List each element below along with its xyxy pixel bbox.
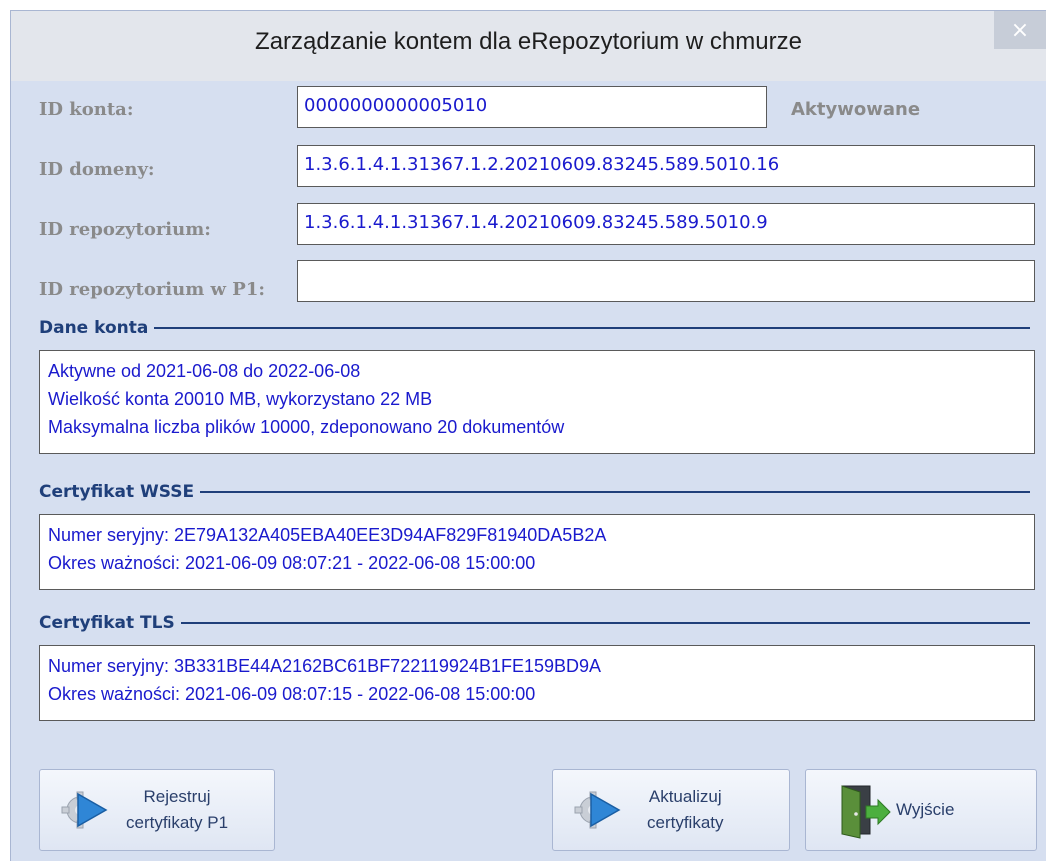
tls-certificate-box: Numer seryjny: 3B331BE44A2162BC61BF72211… (39, 645, 1035, 721)
update-certificates-button[interactable]: Aktualizuj certyfikaty (552, 769, 790, 851)
wsse-certificate-section-header: Certyfikat WSSE (39, 481, 1030, 503)
repository-id-p1-label: ID repozytorium w P1: (39, 279, 266, 300)
account-file-limit: Maksymalna liczba plików 10000, zdeponow… (48, 417, 565, 437)
repository-id-label: ID repozytorium: (39, 219, 211, 240)
wsse-certificate-box: Numer seryjny: 2E79A132A405EBA40EE3D94AF… (39, 514, 1035, 590)
account-id-field[interactable]: 0000000000005010 (297, 86, 767, 128)
tls-validity-period: Okres ważności: 2021-06-09 08:07:15 - 20… (48, 684, 536, 704)
section-divider (180, 622, 1030, 624)
gear-play-icon (56, 780, 116, 840)
update-button-line1: Aktualizuj (648, 787, 722, 806)
domain-id-label: ID domeny: (39, 159, 155, 180)
tls-serial-number: Numer seryjny: 3B331BE44A2162BC61BF72211… (48, 656, 602, 676)
wsse-validity-period: Okres ważności: 2021-06-09 08:07:21 - 20… (48, 553, 536, 573)
section-divider (154, 327, 1030, 329)
exit-button-label: Wyjście (896, 800, 955, 819)
section-divider (200, 491, 1030, 493)
update-button-line2: certyfikaty (647, 813, 724, 832)
register-button-line1: Rejestruj (143, 787, 211, 806)
register-p1-certificates-button[interactable]: Rejestruj certyfikaty P1 (39, 769, 275, 851)
door-exit-icon (832, 780, 892, 840)
domain-id-field[interactable]: 1.3.6.1.4.1.31367.1.2.20210609.83245.589… (297, 145, 1035, 187)
tls-certificate-section-title: Certyfikat TLS (39, 613, 175, 633)
account-data-box: Aktywne od 2021-06-08 do 2022-06-08 Wiel… (39, 350, 1035, 454)
account-id-label: ID konta: (39, 99, 134, 120)
gear-play-icon (569, 780, 629, 840)
dialog-title: Zarządzanie kontem dla eRepozytorium w c… (255, 28, 802, 55)
close-button[interactable]: × (994, 11, 1046, 49)
register-button-line2: certyfikaty P1 (126, 813, 229, 832)
account-data-section-header: Dane konta (39, 317, 1030, 339)
activation-status: Aktywowane (791, 99, 921, 120)
tls-certificate-section-header: Certyfikat TLS (39, 612, 1030, 634)
repository-id-field[interactable]: 1.3.6.1.4.1.31367.1.4.20210609.83245.589… (297, 203, 1035, 245)
account-active-period: Aktywne od 2021-06-08 do 2022-06-08 (48, 361, 361, 381)
account-management-dialog: Zarządzanie kontem dla eRepozytorium w c… (10, 10, 1046, 861)
repository-id-p1-field[interactable] (297, 260, 1035, 302)
close-icon: × (1010, 17, 1030, 43)
title-bar: Zarządzanie kontem dla eRepozytorium w c… (11, 11, 1046, 81)
account-size-usage: Wielkość konta 20010 MB, wykorzystano 22… (48, 389, 433, 409)
account-data-section-title: Dane konta (39, 318, 149, 338)
wsse-serial-number: Numer seryjny: 2E79A132A405EBA40EE3D94AF… (48, 525, 607, 545)
exit-button[interactable]: Wyjście (805, 769, 1037, 851)
wsse-certificate-section-title: Certyfikat WSSE (39, 482, 195, 502)
